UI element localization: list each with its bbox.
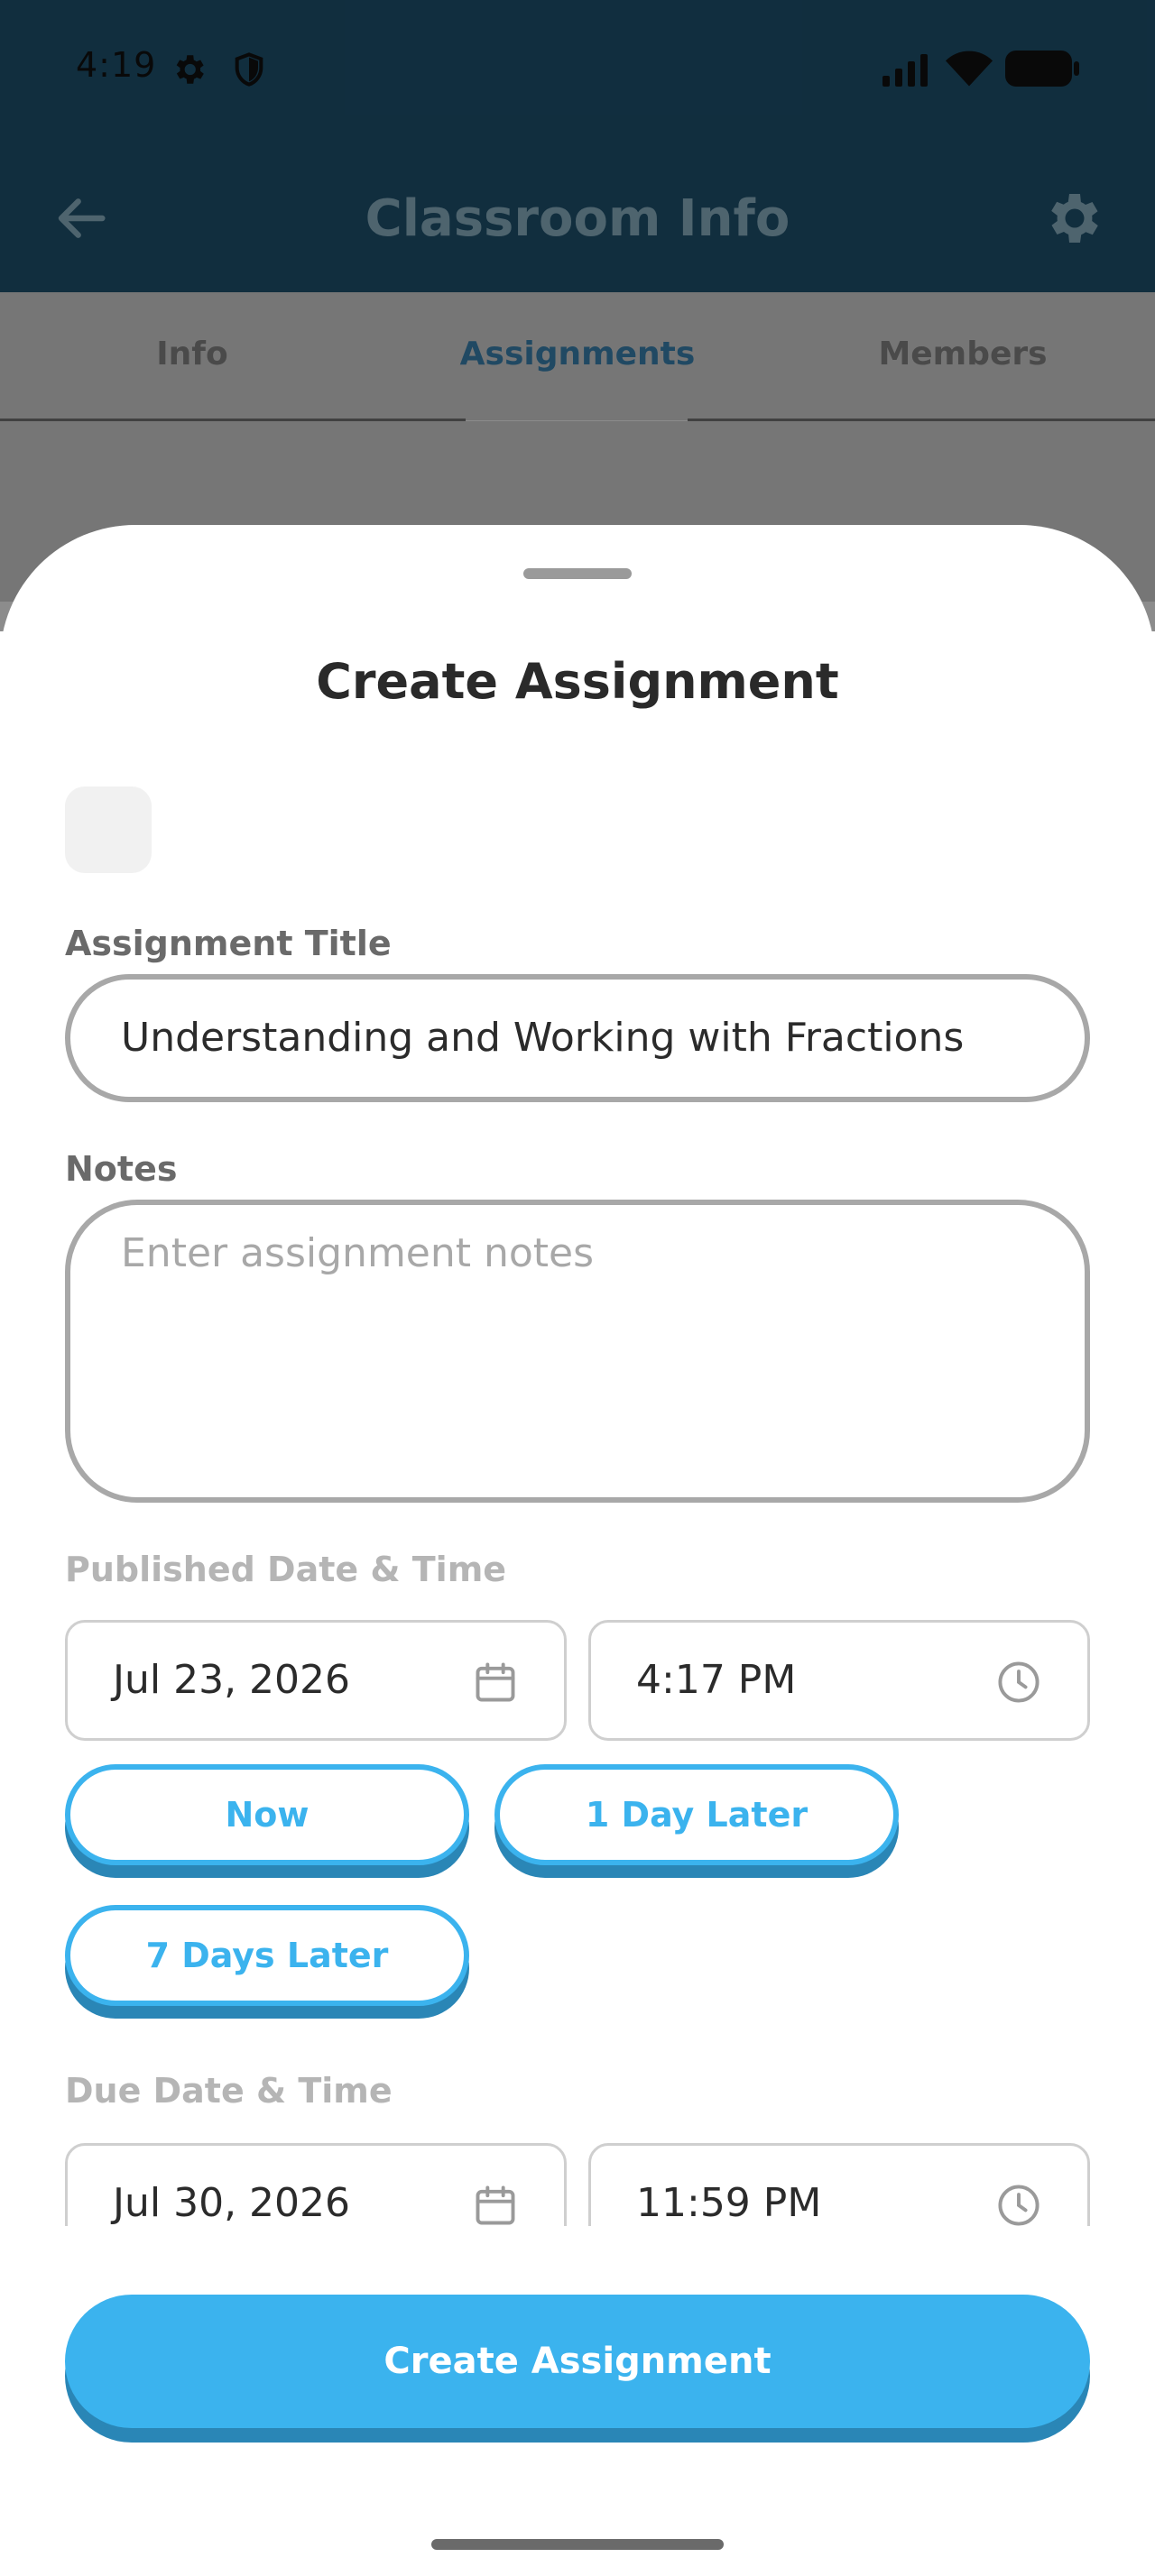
- assignment-title-label: Assignment Title: [65, 924, 392, 963]
- calendar-icon: [476, 2185, 515, 2225]
- one-day-later-button[interactable]: 1 Day Later: [494, 1764, 899, 1865]
- published-date-value: Jul 23, 2026: [113, 1657, 351, 1703]
- due-time-picker[interactable]: 11:59 PM: [588, 2143, 1090, 2226]
- home-indicator: [431, 2539, 724, 2550]
- sheet-title: Create Assignment: [316, 653, 839, 710]
- assignment-title-input[interactable]: Understanding and Working with Fractions: [65, 974, 1090, 1102]
- published-date-picker[interactable]: Jul 23, 2026: [65, 1620, 567, 1741]
- clock-icon: [998, 2185, 1040, 2226]
- create-assignment-button[interactable]: Create Assignment: [65, 2295, 1090, 2428]
- due-date-picker[interactable]: Jul 30, 2026: [65, 2143, 567, 2226]
- due-pickers-clip: Jul 30, 2026 11:59 PM: [0, 2138, 1155, 2226]
- calendar-icon: [476, 1662, 515, 1702]
- clock-icon: [998, 1661, 1040, 1703]
- drag-handle[interactable]: [523, 568, 632, 579]
- notes-label: Notes: [65, 1149, 178, 1189]
- assignment-image-picker[interactable]: [65, 787, 152, 873]
- due-time-value: 11:59 PM: [636, 2180, 822, 2226]
- notes-textarea[interactable]: Enter assignment notes: [65, 1200, 1090, 1503]
- now-button[interactable]: Now: [65, 1764, 469, 1865]
- due-date-value: Jul 30, 2026: [113, 2180, 351, 2226]
- due-label: Due Date & Time: [65, 2071, 393, 2111]
- create-assignment-sheet: Create Assignment Assignment Title Under…: [0, 525, 1155, 2576]
- published-label: Published Date & Time: [65, 1550, 507, 1589]
- published-time-value: 4:17 PM: [636, 1657, 797, 1703]
- seven-days-later-button[interactable]: 7 Days Later: [65, 1905, 469, 2006]
- published-time-picker[interactable]: 4:17 PM: [588, 1620, 1090, 1741]
